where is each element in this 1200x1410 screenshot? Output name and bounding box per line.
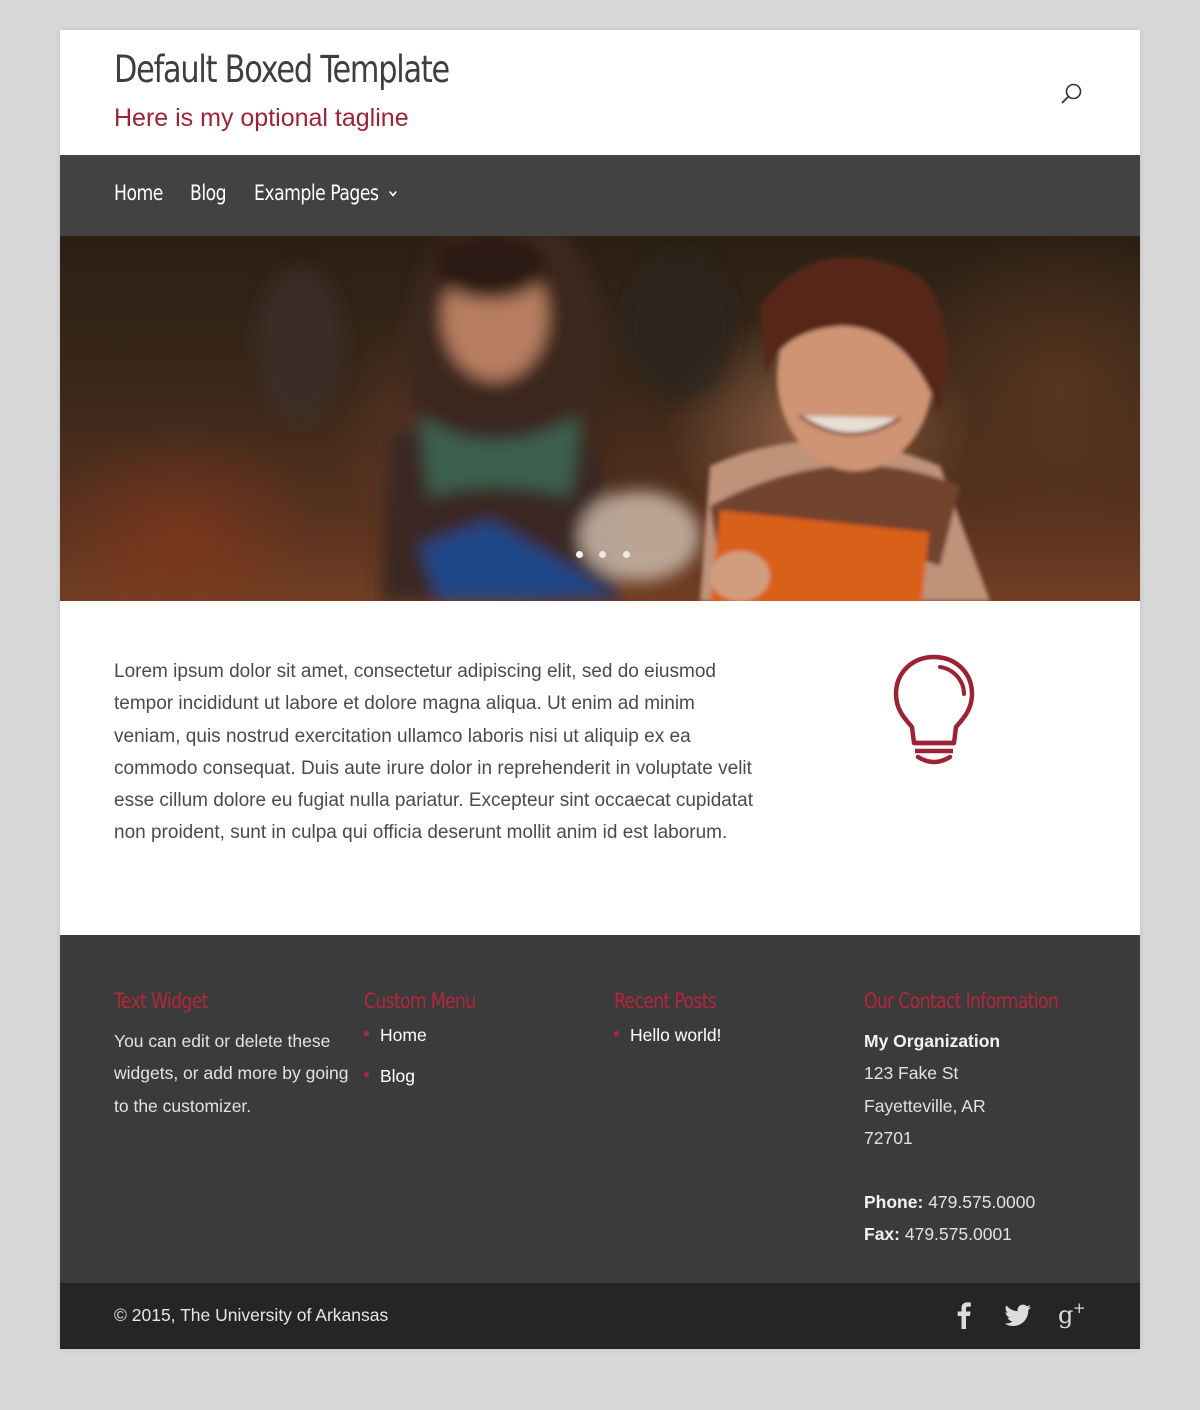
footer-menu-item-home[interactable]: Home bbox=[364, 1023, 599, 1047]
copyright: © 2015, The University of Arkansas bbox=[114, 1305, 389, 1325]
contact-phone-label: Phone: bbox=[864, 1192, 924, 1213]
footer-widget-text: You can edit or delete these widgets, or… bbox=[114, 1031, 349, 1116]
twitter-icon[interactable] bbox=[1004, 1299, 1032, 1329]
footer-text-widget: Text Widget You can edit or delete these… bbox=[114, 989, 349, 1122]
chevron-down-icon bbox=[388, 186, 397, 202]
recent-post-label: Hello world! bbox=[630, 1025, 722, 1045]
contact-org: My Organization bbox=[864, 1031, 1001, 1051]
nav-item-label: Home bbox=[114, 181, 163, 205]
footer-menu-item-blog[interactable]: Blog bbox=[364, 1064, 599, 1088]
bullet-icon bbox=[364, 1031, 369, 1036]
nav-item-blog[interactable]: Blog bbox=[190, 181, 227, 205]
bullet-icon bbox=[614, 1031, 619, 1036]
contact-city: Fayetteville, AR bbox=[864, 1095, 986, 1116]
footer-custom-menu: Custom Menu Home Blog bbox=[364, 989, 599, 1105]
site-title[interactable]: Default Boxed Template bbox=[114, 48, 450, 91]
contact-phone[interactable]: 479.575.0000 bbox=[928, 1192, 1035, 1212]
search-icon[interactable] bbox=[1060, 82, 1084, 106]
footer-heading: Custom Menu bbox=[364, 989, 476, 1013]
bullet-icon bbox=[364, 1072, 369, 1077]
footer-heading: Our Contact Information bbox=[864, 989, 1059, 1013]
site-header: Default Boxed Template Here is my option… bbox=[60, 30, 1140, 155]
main-content: Lorem ipsum dolor sit amet, consectetur … bbox=[60, 601, 1140, 935]
svg-text:+: + bbox=[1073, 1299, 1086, 1317]
footer-heading: Text Widget bbox=[114, 989, 208, 1013]
footer-menu-label: Home bbox=[380, 1025, 427, 1045]
site-tagline: Here is my optional tagline bbox=[114, 104, 409, 132]
body-text: Lorem ipsum dolor sit amet, consectetur … bbox=[114, 661, 753, 844]
slider-dots bbox=[576, 545, 642, 558]
footer-heading: Recent Posts bbox=[614, 989, 717, 1013]
contact-street: 123 Fake St bbox=[864, 1063, 959, 1084]
footer-contact: Our Contact Information My Organization … bbox=[864, 989, 1124, 1251]
slider-dot[interactable] bbox=[622, 551, 630, 558]
footer-recent-posts: Recent Posts Hello world! bbox=[614, 989, 849, 1064]
svg-text:g: g bbox=[1058, 1301, 1073, 1329]
facebook-icon[interactable] bbox=[950, 1299, 978, 1329]
nav-item-home[interactable]: Home bbox=[114, 181, 163, 205]
main-nav: Home Blog Example Pages bbox=[60, 155, 1140, 236]
slider-dot[interactable] bbox=[576, 551, 583, 558]
footer-menu-label: Blog bbox=[380, 1066, 416, 1086]
recent-post-link[interactable]: Hello world! bbox=[614, 1023, 849, 1047]
boxed-page: Default Boxed Template Here is my option… bbox=[60, 30, 1140, 1349]
lightbulb-icon bbox=[890, 653, 978, 765]
nav-item-label: Blog bbox=[190, 181, 227, 205]
hero-slider[interactable] bbox=[60, 236, 1140, 601]
bottom-bar: © 2015, The University of Arkansas g + bbox=[60, 1283, 1140, 1349]
contact-fax: 479.575.0001 bbox=[904, 1224, 1012, 1245]
nav-item-label: Example Pages bbox=[254, 181, 379, 205]
site-footer: Text Widget You can edit or delete these… bbox=[60, 935, 1140, 1283]
contact-zip: 72701 bbox=[864, 1127, 913, 1148]
google-plus-icon[interactable]: g + bbox=[1058, 1299, 1090, 1329]
contact-fax-label: Fax: bbox=[864, 1224, 900, 1245]
nav-item-example-pages[interactable]: Example Pages bbox=[254, 181, 397, 205]
